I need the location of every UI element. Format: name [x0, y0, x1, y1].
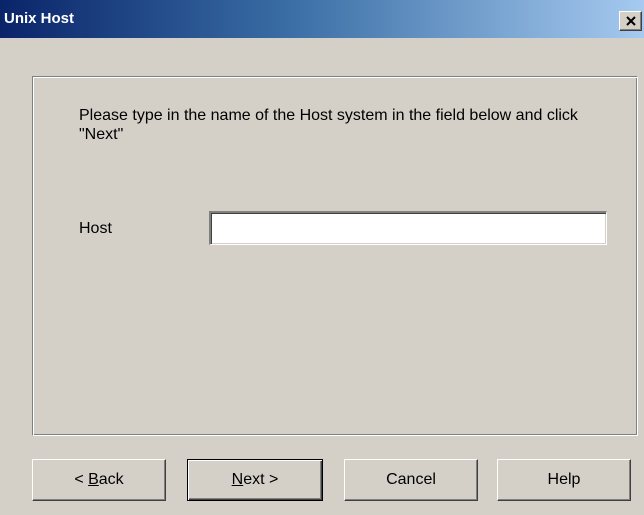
back-button[interactable]: < Back	[32, 459, 166, 501]
close-button[interactable]	[619, 11, 642, 31]
unix-host-dialog: Unix Host Please type in the name of the…	[0, 0, 644, 515]
title-bar[interactable]: Unix Host	[0, 0, 644, 38]
instructions-text: Please type in the name of the Host syst…	[79, 107, 578, 143]
back-button-rest: ack	[98, 471, 124, 488]
help-button-label: Help	[547, 471, 581, 488]
close-icon	[626, 16, 636, 26]
window-title: Unix Host	[4, 10, 75, 27]
next-button[interactable]: Next >	[187, 459, 323, 501]
cancel-button[interactable]: Cancel	[344, 459, 478, 501]
host-input[interactable]	[209, 211, 607, 245]
next-button-mnemonic: N	[231, 471, 244, 488]
host-label: Host	[79, 220, 112, 237]
back-button-mnemonic: B	[88, 471, 99, 488]
next-button-rest: ext >	[243, 471, 279, 488]
help-button[interactable]: Help	[497, 459, 631, 501]
cancel-button-label: Cancel	[386, 471, 436, 488]
back-button-prefix: <	[74, 471, 89, 488]
